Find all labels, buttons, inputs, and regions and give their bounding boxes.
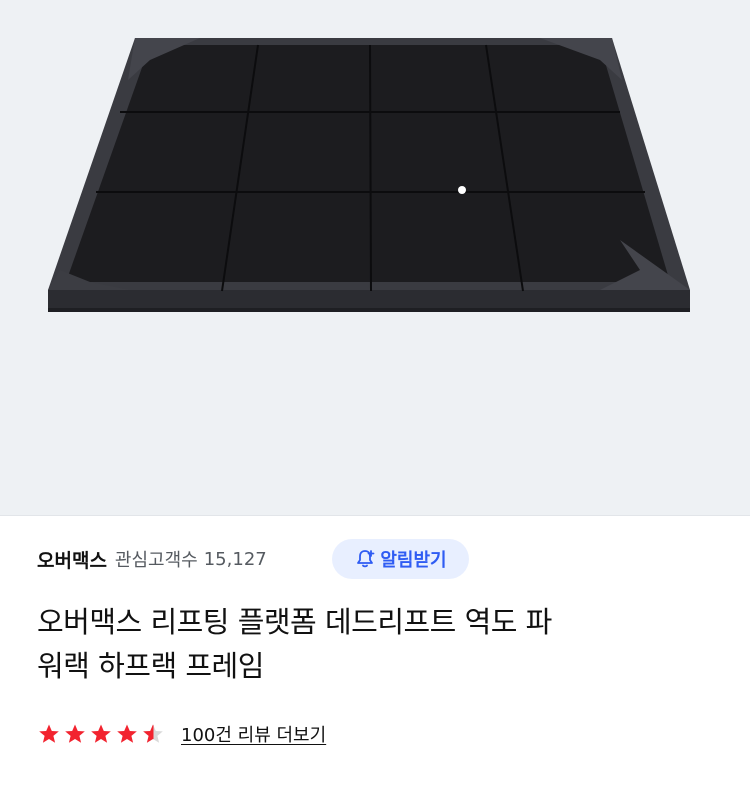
lifting-platform-image	[48, 38, 690, 312]
notify-button[interactable]: 알림받기	[332, 539, 469, 579]
review-link[interactable]: 100건 리뷰 더보기	[181, 721, 326, 747]
product-title-line1: 오버맥스 리프팅 플랫폼 데드리프트 역도 파	[37, 605, 552, 639]
section-divider	[0, 515, 750, 516]
seller-name[interactable]: 오버맥스	[37, 546, 107, 573]
star-icon	[117, 724, 137, 743]
product-title-line2: 워랙 하프랙 프레임	[37, 649, 264, 683]
rating-stars	[37, 722, 165, 746]
bell-plus-icon	[357, 550, 375, 568]
half-star-icon	[143, 724, 163, 743]
rating-row: 100건 리뷰 더보기	[37, 718, 326, 750]
product-image-area	[0, 0, 750, 515]
seller-info: 오버맥스 관심고객수 15,127	[37, 537, 267, 581]
product-title: 오버맥스 리프팅 플랫폼 데드리프트 역도 파 워랙 하프랙 프레임	[37, 600, 717, 688]
followers-label: 관심고객수	[114, 550, 198, 571]
followers-count: 15,127	[203, 548, 267, 570]
star-icon	[91, 724, 111, 743]
notify-button-label: 알림받기	[380, 550, 447, 571]
star-icon	[39, 724, 59, 743]
image-marker-dot	[458, 186, 466, 194]
star-icon	[65, 724, 85, 743]
